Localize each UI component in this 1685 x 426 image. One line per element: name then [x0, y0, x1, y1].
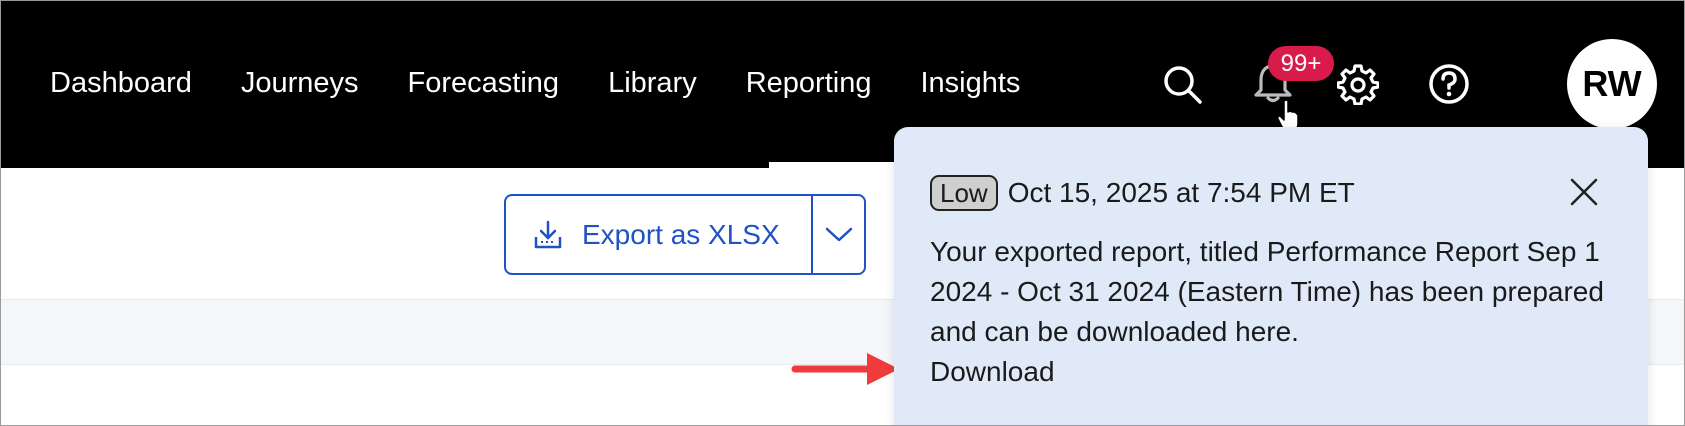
notification-header: Low Oct 15, 2025 at 7:54 PM ET	[930, 175, 1355, 211]
nav-item-library[interactable]: Library	[608, 67, 697, 100]
download-link[interactable]: Download	[930, 352, 1610, 392]
main-nav: Dashboard Journeys Forecasting Library R…	[50, 67, 1069, 100]
export-label: Export as XLSX	[582, 218, 780, 250]
close-icon[interactable]	[1569, 177, 1599, 207]
help-icon[interactable]	[1428, 63, 1470, 105]
annotation-arrow-icon	[791, 353, 899, 385]
app-window: Dashboard Journeys Forecasting Library R…	[0, 0, 1685, 426]
nav-item-forecasting[interactable]: Forecasting	[408, 67, 560, 100]
user-avatar[interactable]: RW	[1567, 39, 1657, 129]
priority-badge: Low	[930, 175, 998, 211]
notification-count-badge: 99+	[1268, 46, 1334, 81]
chevron-down-icon	[825, 227, 852, 241]
search-icon[interactable]	[1161, 63, 1203, 105]
nav-item-reporting[interactable]: Reporting	[746, 67, 872, 100]
export-xlsx-button[interactable]: Export as XLSX	[506, 196, 813, 273]
nav-item-dashboard[interactable]: Dashboard	[50, 67, 192, 100]
download-tray-icon	[534, 220, 562, 248]
notification-message: Your exported report, titled Performance…	[930, 236, 1604, 347]
export-options-dropdown[interactable]	[813, 196, 864, 273]
nav-item-insights[interactable]: Insights	[920, 67, 1020, 100]
notification-popover: Low Oct 15, 2025 at 7:54 PM ET Your expo…	[894, 127, 1648, 425]
notification-timestamp: Oct 15, 2025 at 7:54 PM ET	[1007, 177, 1355, 208]
export-split-button: Export as XLSX	[504, 194, 866, 275]
active-tab-indicator	[769, 162, 897, 168]
notification-body: Your exported report, titled Performance…	[930, 232, 1610, 392]
nav-item-journeys[interactable]: Journeys	[241, 67, 359, 100]
gear-icon[interactable]	[1337, 63, 1379, 105]
